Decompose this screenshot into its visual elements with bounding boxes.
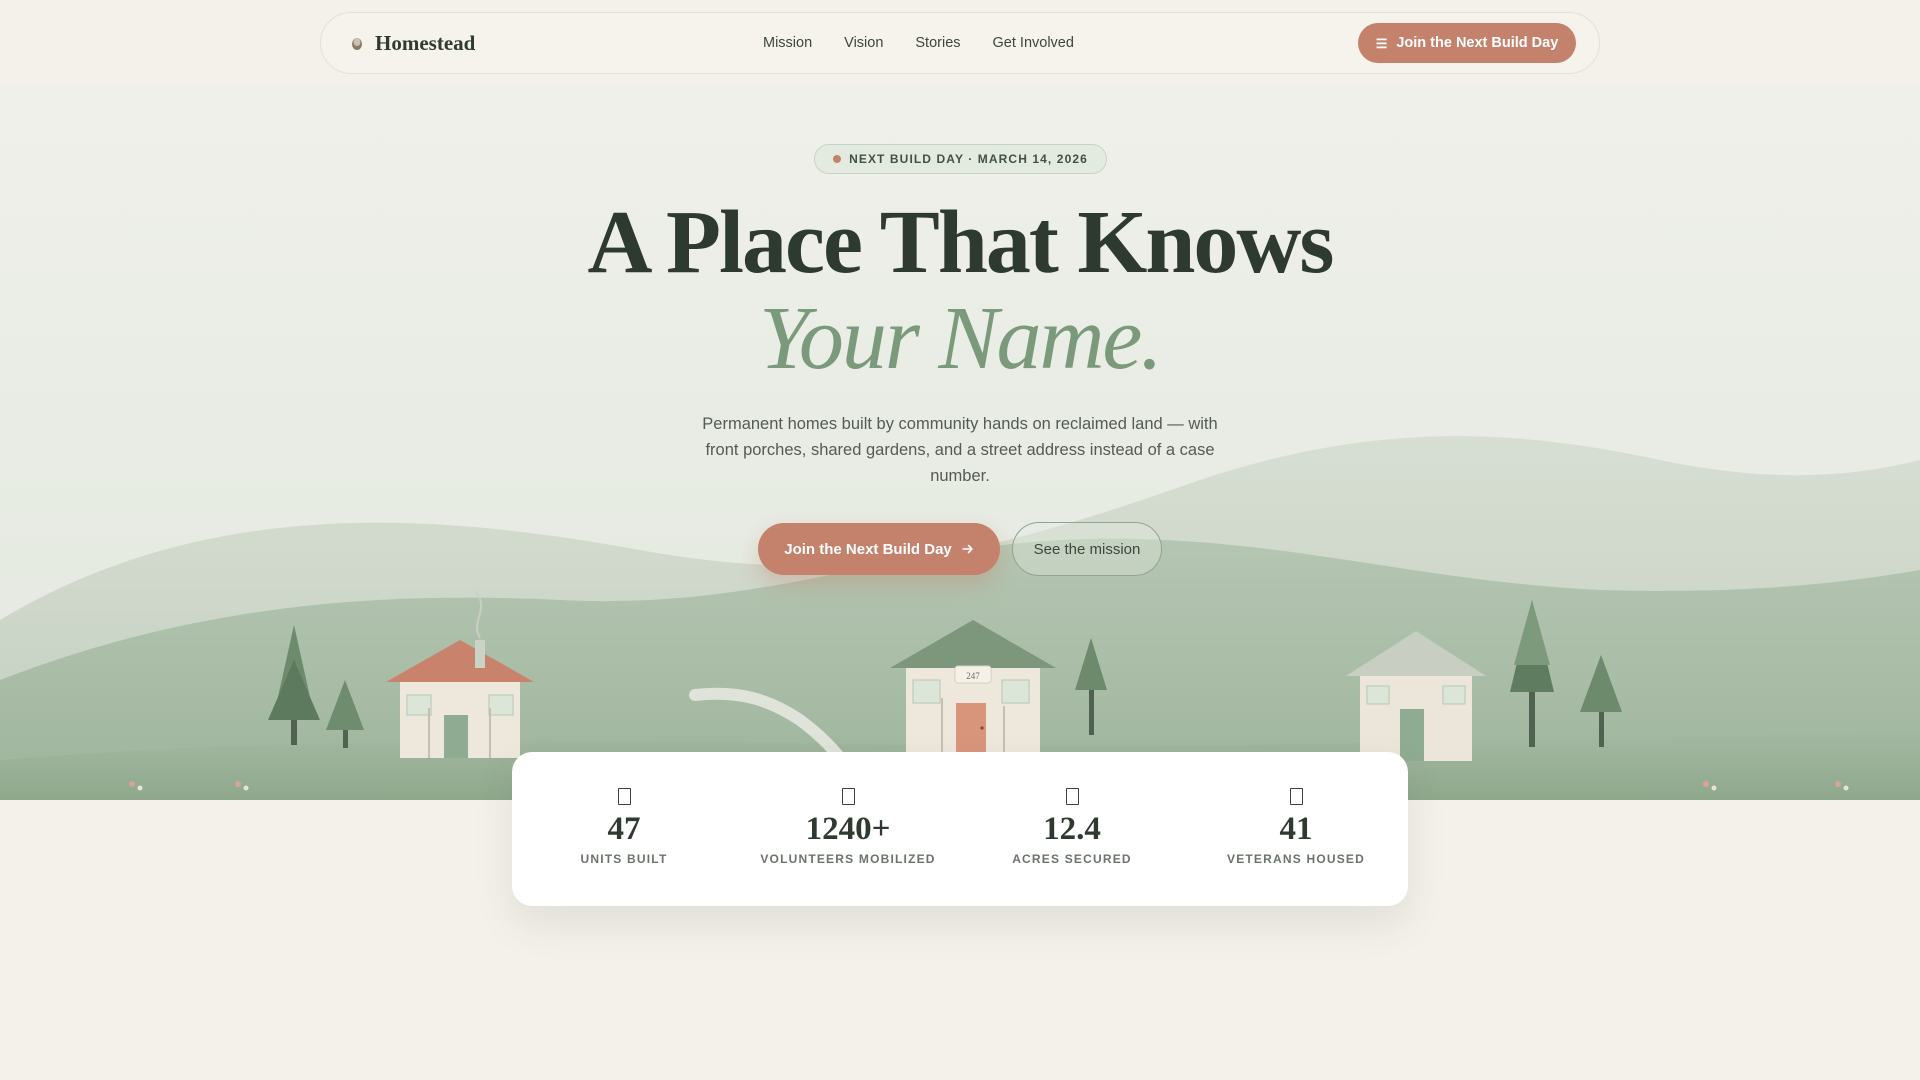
nav-link-stories[interactable]: Stories [915,35,960,51]
stat-volunteers: 1240+ VOLUNTEERS MOBILIZED [736,752,960,906]
nav-link-vision[interactable]: Vision [844,35,883,51]
stat-units-built: 47 UNITS BUILT [512,752,736,906]
nav-link-mission[interactable]: Mission [763,35,812,51]
logo-icon [352,38,362,50]
nav-link-get-involved[interactable]: Get Involved [993,35,1074,51]
stat-value: 12.4 [1043,811,1101,847]
stat-acres: 12.4 ACRES SECURED [960,752,1184,906]
stat-label: VETERANS HOUSED [1226,852,1366,867]
build-day-badge-text: NEXT BUILD DAY · MARCH 14, 2026 [849,152,1088,166]
hero-title-accent: Your Name. [759,289,1163,388]
see-mission-button[interactable]: See the mission [1012,522,1162,576]
nav-cta-label: Join the Next Build Day [1396,35,1559,51]
stat-value: 41 [1279,811,1313,847]
hero-title: A Place That Knows [587,193,1335,292]
nav-cta-button[interactable]: ☰ Join the Next Build Day [1358,23,1576,63]
stat-label: VOLUNTEERS MOBILIZED [760,852,936,867]
placeholder-icon [617,788,631,805]
brand-name: Homestead [375,30,476,55]
menu-icon: ☰ [1375,35,1388,51]
navbar: Homestead Mission Vision Stories Get Inv… [320,12,1600,74]
placeholder-icon [1289,788,1303,805]
stat-veterans: 41 VETERANS HOUSED [1184,752,1408,906]
join-build-day-label: Join the Next Build Day [784,540,952,558]
stat-value: 1240+ [805,811,891,847]
stats-card: 47 UNITS BUILT 1240+ VOLUNTEERS MOBILIZE… [512,752,1408,906]
brand[interactable]: Homestead [351,13,475,73]
join-build-day-button[interactable]: Join the Next Build Day [758,523,1000,575]
stat-value: 47 [607,811,641,847]
stat-label: ACRES SECURED [1012,852,1132,867]
top-bar: Homestead Mission Vision Stories Get Inv… [0,0,1920,85]
nav-links: Mission Vision Stories Get Involved [763,13,1074,73]
placeholder-icon [1065,788,1079,805]
placeholder-icon [841,788,855,805]
stat-label: UNITS BUILT [580,852,668,867]
hero-subtitle: Permanent homes built by community hands… [702,415,1218,485]
build-day-badge: NEXT BUILD DAY · MARCH 14, 2026 [814,144,1107,174]
arrow-right-icon [961,544,973,554]
status-dot-icon [833,155,842,163]
house-number: 247 [966,671,980,681]
